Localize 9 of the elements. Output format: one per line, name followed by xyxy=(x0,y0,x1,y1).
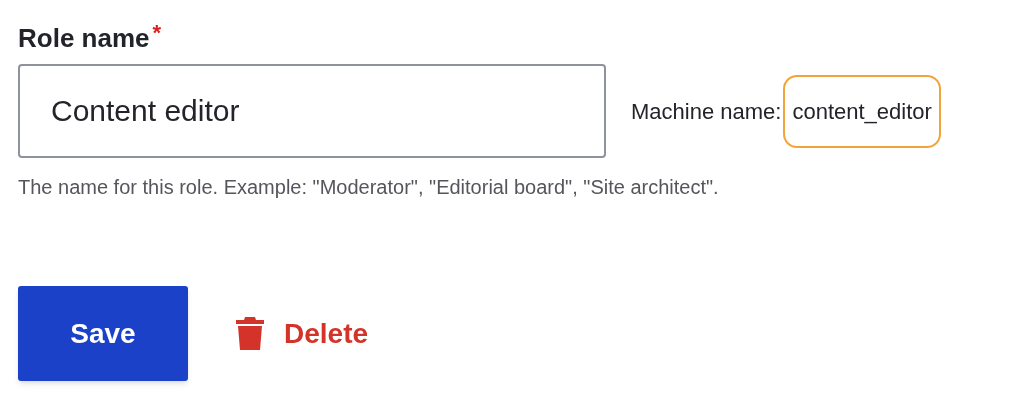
delete-link[interactable]: Delete xyxy=(236,312,369,355)
required-mark: * xyxy=(152,22,162,44)
role-name-input[interactable]: Content editor xyxy=(18,64,606,158)
save-button[interactable]: Save xyxy=(18,286,188,381)
field-label: Role name xyxy=(18,22,150,54)
machine-name-label: Machine name: xyxy=(631,97,782,126)
machine-name-value[interactable]: content_editor xyxy=(783,74,941,148)
field-description: The name for this role. Example: "Moderator", "Editorial board", "Site architect". xyxy=(18,175,720,200)
trash-icon xyxy=(236,317,264,350)
